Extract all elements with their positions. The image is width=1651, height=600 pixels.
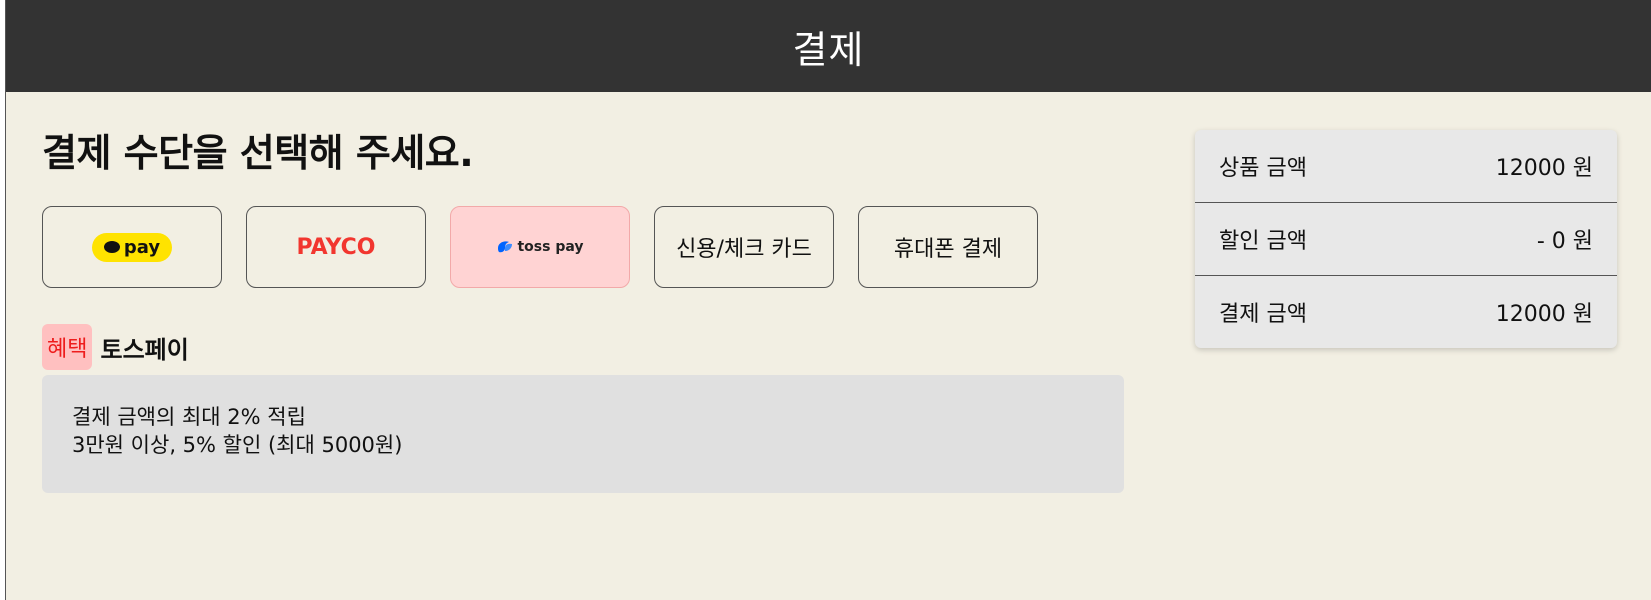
summary-label: 할인 금액 (1219, 229, 1307, 254)
tosspay-logo: toss pay (496, 239, 584, 255)
tosspay-button[interactable]: toss pay (450, 206, 630, 288)
summary-row-product-price: 상품 금액 12000 원 (1195, 130, 1617, 203)
benefit-line: 결제 금액의 최대 2% 적립 (72, 405, 306, 429)
kakaopay-logo: pay (91, 232, 173, 262)
benefit-details: 결제 금액의 최대 2% 적립 3만원 이상, 5% 할인 (최대 5000원) (42, 375, 1124, 493)
kakaopay-button[interactable]: pay (42, 206, 222, 288)
payment-page: 결제 결제 수단을 선택해 주세요. pay PAYCO toss pay 신용… (5, 0, 1651, 600)
summary-label: 상품 금액 (1219, 156, 1307, 181)
page-title: 결제 수단을 선택해 주세요. (42, 131, 474, 175)
header-title: 결제 (792, 27, 865, 72)
toss-icon (498, 241, 513, 253)
benefit-title: 토스페이 (100, 335, 189, 364)
credit-card-button[interactable]: 신용/체크 카드 (654, 206, 834, 288)
summary-value: 12000 원 (1495, 302, 1593, 327)
payco-logo: PAYCO (296, 234, 376, 260)
summary-row-total: 결제 금액 12000 원 (1195, 276, 1617, 348)
mobile-payment-button[interactable]: 휴대폰 결제 (858, 206, 1038, 288)
summary-value: 12000 원 (1495, 156, 1593, 181)
payment-methods: pay PAYCO toss pay 신용/체크 카드 휴대폰 결제 (42, 206, 1038, 288)
summary-row-discount: 할인 금액 - 0 원 (1195, 203, 1617, 276)
credit-card-label: 신용/체크 카드 (676, 237, 812, 262)
payco-button[interactable]: PAYCO (246, 206, 426, 288)
tosspay-label: toss pay (517, 239, 584, 255)
header: 결제 (6, 0, 1651, 92)
mobile-payment-label: 휴대폰 결제 (893, 237, 1003, 262)
summary-value: - 0 원 (1536, 229, 1593, 254)
speech-bubble-icon (103, 241, 120, 253)
summary-label: 결제 금액 (1219, 302, 1307, 327)
benefit-line: 3만원 이상, 5% 할인 (최대 5000원) (72, 433, 403, 457)
benefit-header: 혜택 토스페이 (42, 324, 189, 370)
kakaopay-label: pay (123, 236, 161, 258)
price-summary: 상품 금액 12000 원 할인 금액 - 0 원 결제 금액 12000 원 (1195, 130, 1617, 348)
benefit-badge: 혜택 (42, 324, 93, 370)
